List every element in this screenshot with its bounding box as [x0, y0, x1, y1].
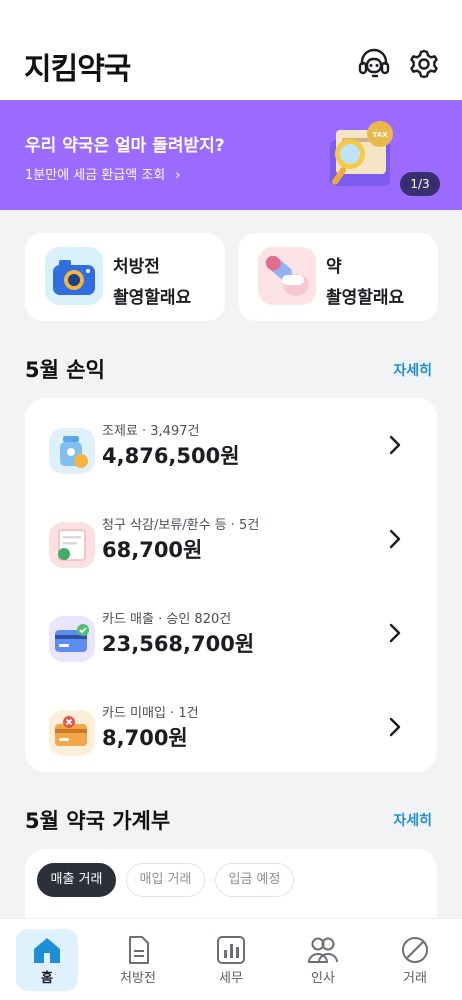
- bottom-tab-bar: 홈 처방전 세무 인사 거래: [0, 918, 462, 1000]
- banner-subtitle: 1분만에 세금 환급액 조회: [25, 168, 166, 183]
- profit-row-card-unpurchased[interactable]: 카드 미매입 · 1건 8,700원: [25, 702, 437, 772]
- tab-hr[interactable]: 인사: [292, 929, 354, 991]
- profit-row-claim-adjustments[interactable]: 청구 삭감/보류/환수 등 · 5건 68,700원: [25, 514, 437, 584]
- profit-row-label: 조제료 · 3,497건: [102, 424, 200, 439]
- profit-section-title: 5월 손익: [25, 358, 105, 382]
- ledger-details-link[interactable]: 자세히: [393, 810, 432, 830]
- capture-medicine-button[interactable]: 약 촬영할래요: [238, 233, 438, 321]
- app-header: 지킴약국: [0, 0, 462, 100]
- app-title: 지킴약국: [24, 52, 131, 87]
- tab-prescription[interactable]: 처방전: [107, 929, 169, 991]
- medicine-bottle-icon: [49, 428, 95, 474]
- capture-prescription-button[interactable]: 처방전 촬영할래요: [25, 233, 225, 321]
- tax-magnifier-illustration: TAX: [330, 121, 393, 186]
- headset-icon[interactable]: [356, 46, 392, 82]
- credit-card-icon: [49, 616, 95, 662]
- profit-row-amount: 4,876,500원: [102, 444, 240, 468]
- profit-row-label: 카드 미매입 · 1건: [102, 706, 199, 721]
- pill-capsule-icon: [402, 937, 428, 963]
- banner-page-counter: 1/3: [400, 172, 440, 196]
- ledger-section-title: 5월 약국 가계부: [25, 809, 171, 833]
- tab-tax[interactable]: 세무: [200, 929, 262, 991]
- chevron-right-icon: ›: [175, 168, 181, 183]
- tab-transactions[interactable]: 거래: [384, 929, 446, 991]
- gear-icon[interactable]: [406, 46, 442, 82]
- banner-title: 우리 약국은 얼마 돌려받지?: [25, 136, 225, 156]
- chevron-right-icon: [389, 623, 401, 643]
- tab-home[interactable]: 홈: [16, 929, 78, 991]
- profit-row-amount: 8,700원: [102, 726, 188, 750]
- capture-prescription-line2: 촬영할래요: [113, 288, 192, 308]
- chevron-right-icon: [389, 529, 401, 549]
- profit-row-amount: 23,568,700원: [102, 632, 255, 656]
- pills-icon: [258, 247, 316, 305]
- home-icon: [34, 938, 60, 963]
- tax-chart-icon: [217, 936, 245, 964]
- profit-row-amount: 68,700원: [102, 538, 203, 562]
- filter-purchase-chip[interactable]: 매입 거래: [126, 863, 205, 897]
- tab-tax-label: 세무: [219, 971, 243, 986]
- profit-row-dispensing-fee[interactable]: 조제료 · 3,497건 4,876,500원: [25, 420, 437, 490]
- chevron-right-icon: [389, 435, 401, 455]
- tax-coin-label: TAX: [372, 131, 388, 139]
- tab-transactions-label: 거래: [403, 971, 427, 986]
- camera-icon: [45, 247, 103, 305]
- claim-document-icon: [49, 522, 95, 568]
- profit-card: 조제료 · 3,497건 4,876,500원 청구 삭감/보류/환수 등 · …: [25, 398, 437, 772]
- profit-row-label: 카드 매출 · 승인 820건: [102, 612, 232, 627]
- banner-subtitle-link[interactable]: 1분만에 세금 환급액 조회 ›: [25, 164, 180, 183]
- capture-medicine-line1: 약: [326, 257, 342, 277]
- profit-details-link[interactable]: 자세히: [393, 360, 432, 380]
- tab-home-label: 홈: [41, 971, 53, 986]
- card-pending-icon: [49, 710, 95, 756]
- profit-row-label: 청구 삭감/보류/환수 등 · 5건: [102, 518, 260, 533]
- people-icon: [307, 937, 338, 963]
- filter-deposit-chip[interactable]: 입금 예정: [215, 863, 294, 897]
- profit-row-card-sales[interactable]: 카드 매출 · 승인 820건 23,568,700원: [25, 608, 437, 678]
- chevron-right-icon: [389, 717, 401, 737]
- capture-medicine-line2: 촬영할래요: [326, 288, 405, 308]
- tab-prescription-label: 처방전: [120, 971, 156, 986]
- capture-prescription-line1: 처방전: [113, 257, 160, 277]
- prescription-icon: [129, 936, 149, 964]
- tab-hr-label: 인사: [311, 971, 335, 986]
- filter-sales-chip[interactable]: 매출 거래: [37, 863, 116, 897]
